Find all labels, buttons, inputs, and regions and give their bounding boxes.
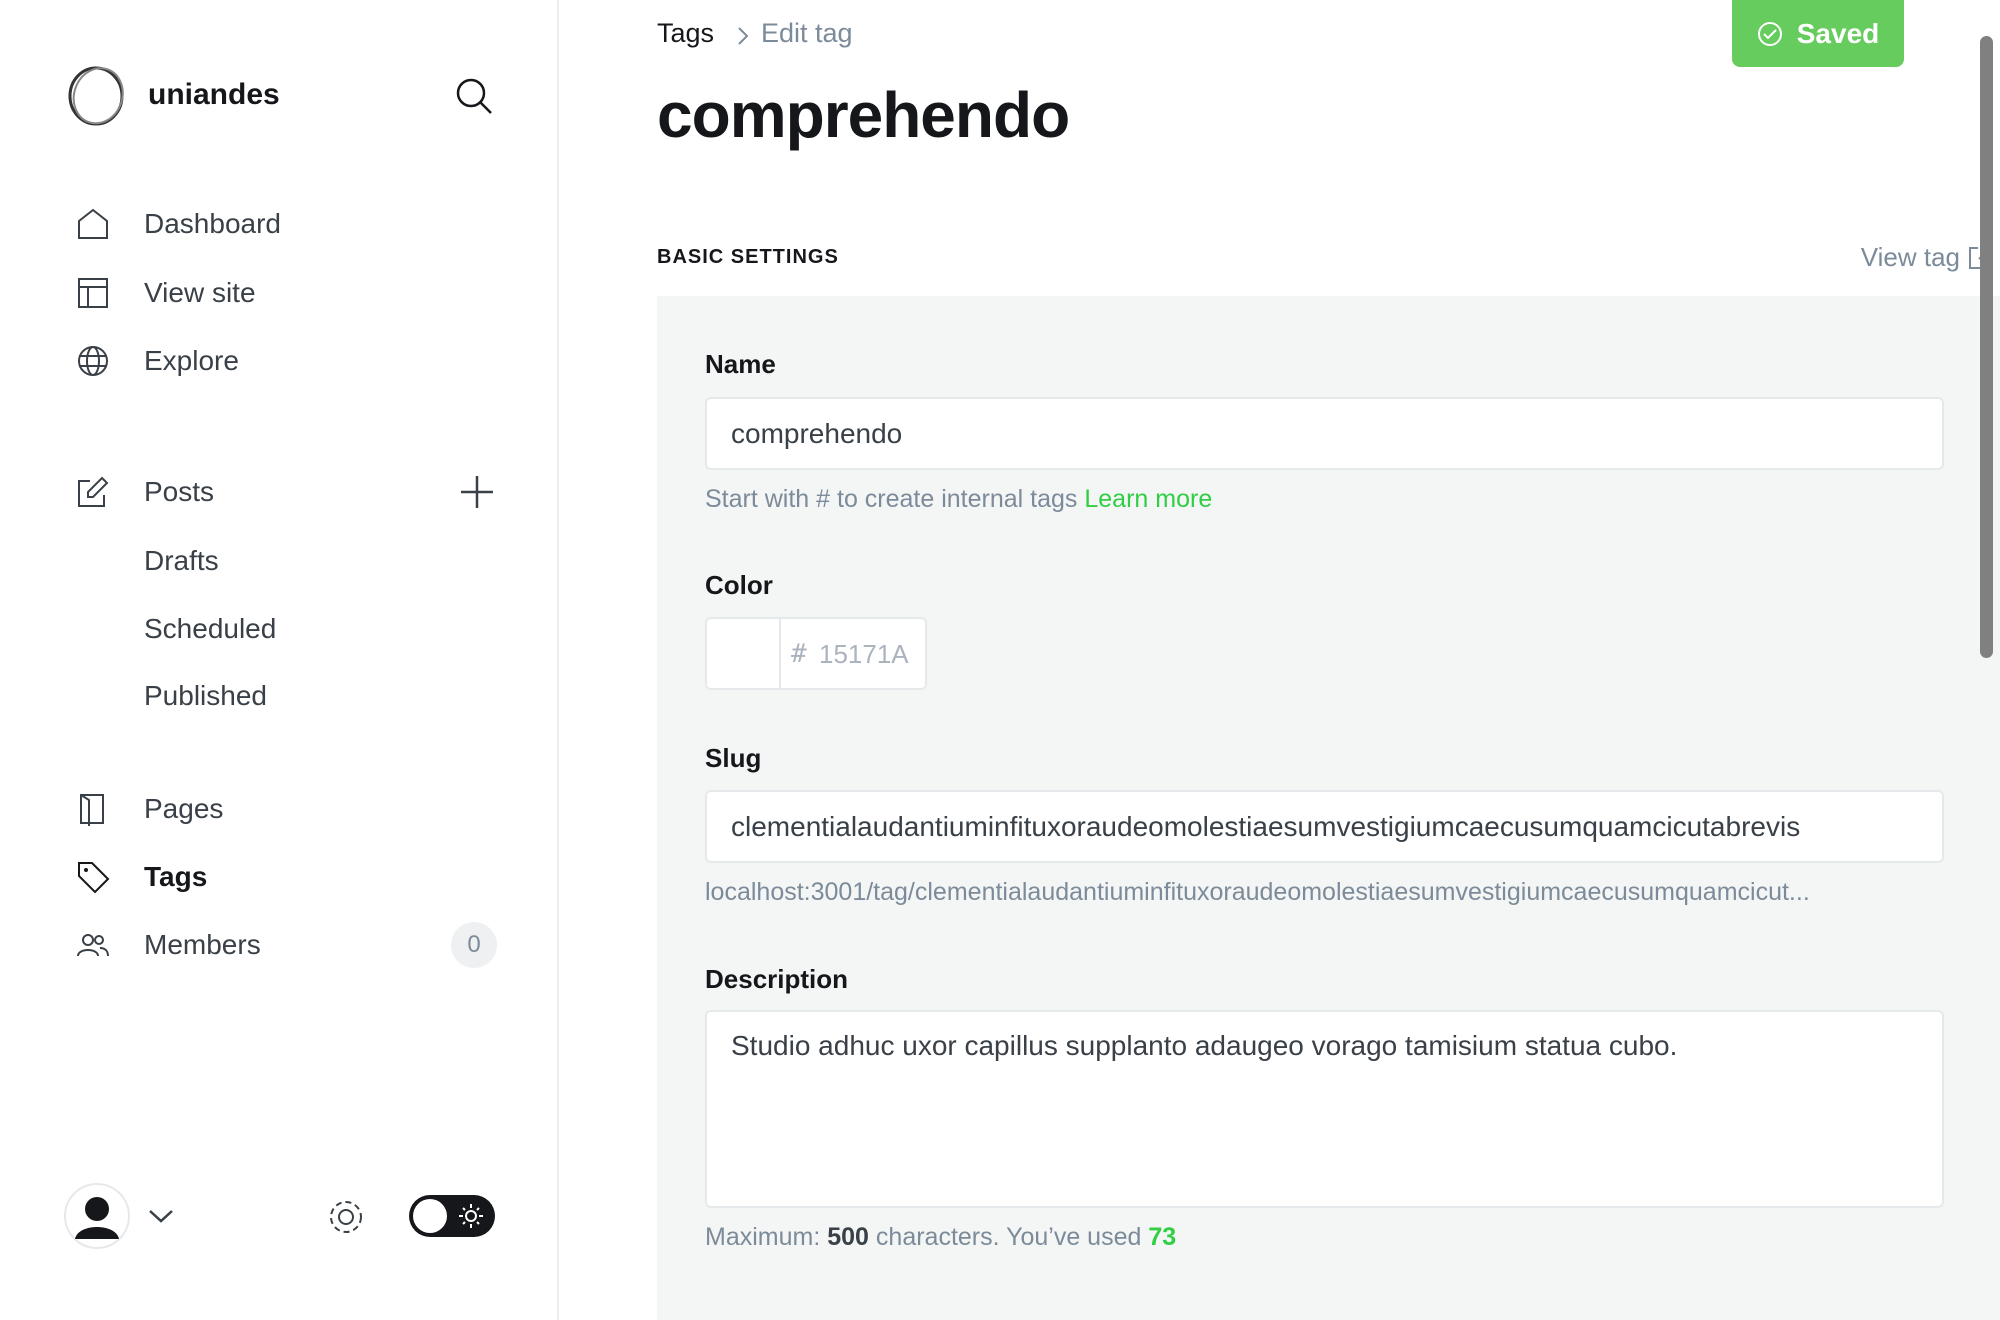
globe-icon [78, 346, 108, 376]
slug-url: localhost:3001/tag/clementialaudantiumin… [705, 878, 1810, 906]
description-counter: Maximum: 500 characters. You’ve used 73 [705, 1223, 1176, 1252]
color-input[interactable]: # 15171A [705, 617, 927, 690]
page-title: comprehendo [657, 79, 1070, 151]
dark-mode-toggle[interactable] [409, 1195, 495, 1237]
color-swatch-divider [779, 619, 781, 688]
sidebar-item-drafts[interactable]: Drafts [0, 531, 559, 591]
name-hint-text: Start with # to create internal tags [705, 485, 1078, 513]
color-placeholder: 15171A [819, 639, 909, 669]
toggle-knob [413, 1199, 447, 1233]
sidebar-item-tags[interactable]: Tags [0, 847, 559, 907]
description-textarea[interactable]: Studio adhuc uxor capillus supplanto ada… [705, 1010, 1944, 1208]
sidebar-item-scheduled[interactable]: Scheduled [0, 599, 559, 659]
max-prefix: Maximum: [705, 1223, 821, 1251]
sidebar: uniandes Dashboard View site Explore Pos… [0, 0, 559, 1320]
sidebar-item-members[interactable]: Members 0 [0, 915, 559, 975]
sun-icon [459, 1204, 483, 1228]
name-label: Name [705, 349, 776, 379]
description-value: Studio adhuc uxor capillus supplanto ada… [731, 1030, 1678, 1061]
sidebar-item-pages[interactable]: Pages [0, 779, 559, 839]
slug-value: clementialaudantiuminfituxoraudeomolesti… [731, 810, 1801, 842]
sidebar-item-label: Posts [144, 476, 215, 507]
basic-settings-panel: Name comprehendo Start with # to create … [657, 296, 2000, 1320]
sidebar-item-label: Explore [144, 345, 239, 376]
sidebar-item-label: Published [144, 680, 267, 711]
breadcrumb-tags-link[interactable]: Tags [657, 18, 714, 49]
edit-icon [78, 476, 109, 507]
view-tag-label: View tag [1860, 242, 1960, 272]
members-count-badge: 0 [451, 922, 497, 968]
breadcrumb-current: Edit tag [761, 18, 853, 48]
sidebar-item-label: Scheduled [144, 613, 277, 644]
name-value: comprehendo [731, 417, 903, 449]
saved-label: Saved [1796, 17, 1880, 49]
sidebar-item-label: Tags [144, 861, 208, 892]
members-icon [77, 934, 109, 957]
sidebar-item-posts[interactable]: Posts [0, 462, 559, 522]
tag-icon [78, 862, 110, 894]
sidebar-item-dashboard[interactable]: Dashboard [0, 194, 559, 254]
sidebar-item-label: View site [144, 277, 256, 308]
sidebar-item-published[interactable]: Published [0, 666, 559, 726]
section-title: BASIC SETTINGS [657, 246, 839, 268]
site-logo-icon [68, 66, 124, 126]
sidebar-item-label: Pages [144, 793, 224, 824]
slug-label: Slug [705, 743, 762, 773]
sidebar-item-label: Drafts [144, 545, 219, 576]
chevron-down-icon[interactable] [148, 1208, 174, 1224]
name-input[interactable]: comprehendo [705, 397, 1944, 470]
sidebar-item-explore[interactable]: Explore [0, 331, 559, 391]
view-tag-link[interactable]: View tag [1861, 242, 1992, 273]
avatar[interactable] [64, 1183, 130, 1249]
main-content: Tags Edit tag Saved comprehendo BASIC SE… [561, 0, 2000, 1320]
slug-input[interactable]: clementialaudantiuminfituxoraudeomolesti… [705, 790, 1944, 863]
layout-icon [78, 278, 108, 308]
color-hash: # [791, 639, 807, 669]
check-circle-icon [1757, 21, 1782, 46]
color-label: Color [705, 570, 773, 600]
sidebar-item-view-site[interactable]: View site [0, 263, 559, 323]
home-icon [78, 208, 108, 239]
gear-icon[interactable] [324, 1195, 368, 1239]
learn-more-link[interactable]: Learn more [1084, 485, 1212, 513]
sidebar-item-label: Dashboard [144, 208, 281, 239]
search-icon[interactable] [454, 76, 494, 116]
scrollbar-thumb[interactable] [1980, 36, 1993, 658]
description-label: Description [705, 964, 849, 994]
saved-button[interactable]: Saved [1732, 0, 1904, 67]
page-icon [80, 794, 104, 826]
max-middle: characters. You’ve used [875, 1223, 1142, 1251]
plus-icon[interactable] [460, 475, 494, 509]
sidebar-item-label: Members [144, 929, 261, 960]
max-value: 500 [827, 1223, 869, 1251]
used-value: 73 [1148, 1223, 1177, 1251]
chevron-right-icon [738, 27, 749, 45]
site-name: uniandes [148, 78, 280, 111]
name-hint: Start with # to create internal tags Lea… [705, 485, 1212, 514]
